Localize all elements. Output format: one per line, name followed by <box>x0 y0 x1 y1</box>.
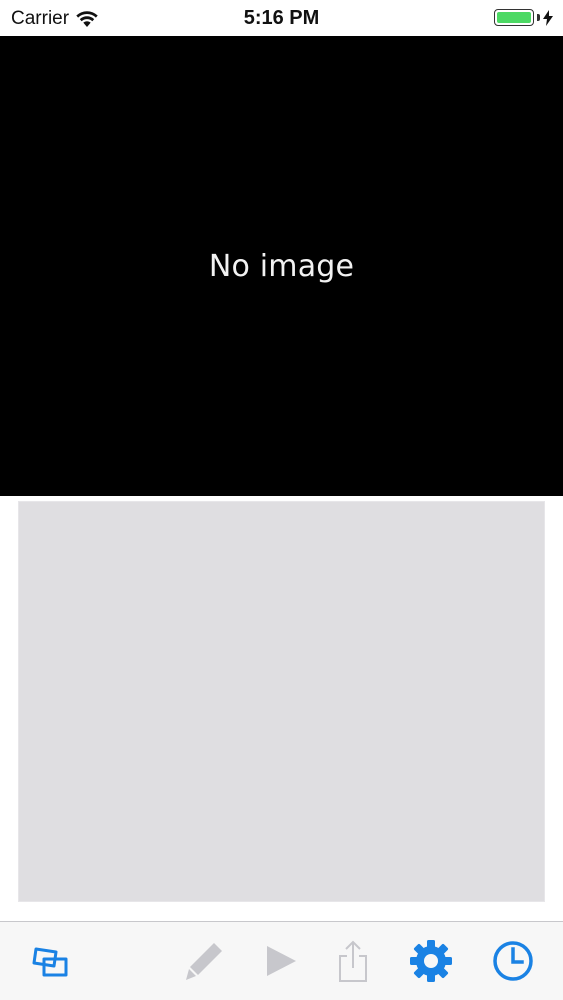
status-bar: Carrier 5:16 PM <box>0 0 563 36</box>
pencil-icon <box>186 943 222 980</box>
gallery-button[interactable] <box>26 938 72 984</box>
share-icon <box>339 940 367 982</box>
charging-bolt-icon <box>543 9 553 26</box>
edit-button[interactable] <box>181 938 227 984</box>
battery-fill <box>497 12 531 23</box>
play-button[interactable] <box>257 938 303 984</box>
battery-indicator <box>494 9 553 26</box>
gallery-icon <box>32 947 68 977</box>
play-icon <box>267 946 296 976</box>
history-button[interactable] <box>490 938 536 984</box>
battery-tip <box>537 14 540 21</box>
clock-icon <box>493 941 533 981</box>
content-panel <box>18 501 545 902</box>
battery-icon <box>494 9 534 26</box>
share-button[interactable] <box>330 938 376 984</box>
status-time: 5:16 PM <box>243 7 320 29</box>
gear-icon <box>410 940 452 982</box>
no-image-label: No image <box>208 248 355 284</box>
settings-button[interactable] <box>408 938 454 984</box>
bottom-toolbar <box>0 921 563 1000</box>
image-viewer[interactable]: No image <box>0 36 563 496</box>
